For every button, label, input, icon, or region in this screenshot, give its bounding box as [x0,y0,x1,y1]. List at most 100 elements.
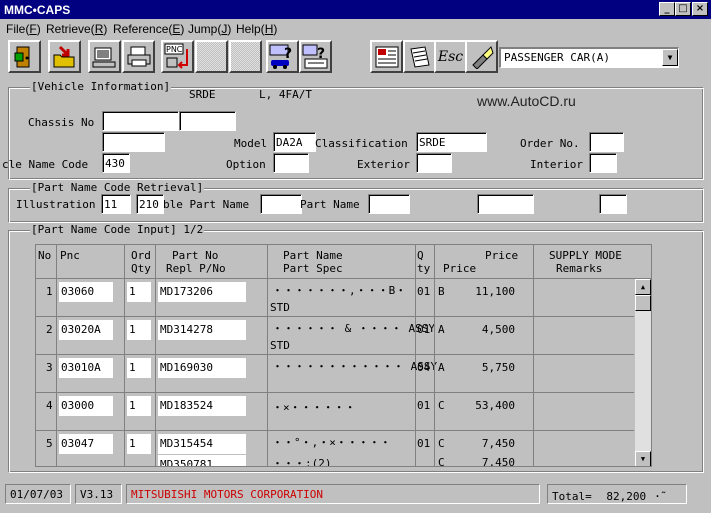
pnc-field[interactable]: 03020A [59,320,113,340]
price-code: C [438,437,445,450]
flashlight-icon [471,45,494,69]
chassis-field-2[interactable] [179,111,236,131]
pnc-field[interactable]: 03000 [59,396,113,416]
model-label: Model [234,137,268,150]
vehicle-name-code-field[interactable]: 430 [102,153,130,173]
retrieval-legend: [Part Name Code Retrieval] [30,181,205,194]
vertical-scrollbar[interactable]: ▲ ▼ [634,279,651,466]
interior-field[interactable] [589,153,617,173]
header-no: No [36,245,57,279]
table-row[interactable]: 3 03010A 1 MD169030 ・・・・・・・・・・・・ ASSY 04… [36,355,634,393]
svg-text:?: ? [284,46,292,62]
part-name-label: Part Name [300,198,360,211]
qty-field[interactable]: 1 [127,434,151,454]
retrieval-extra-field-1[interactable] [477,194,534,214]
table-row[interactable]: 2 03020A 1 MD314278 ・・・・・・ & ・・・・ ASSY ST… [36,317,634,355]
menu-bar: File(F) Retrieve(R) Reference(E) Jump(J)… [0,19,711,38]
total-label: Total= [552,490,592,503]
scroll-thumb[interactable] [635,295,651,311]
total-value: 82,200 [606,490,647,503]
vehicle-code: SRDE [189,88,216,101]
vehicle-name-code-label: cle Name Code [2,158,89,171]
chassis-field-3[interactable] [102,132,165,152]
row-no: 1 [46,285,53,298]
open-folder-button[interactable] [48,40,81,73]
menu-reference[interactable]: Reference(E) [113,22,184,36]
escape-button[interactable]: Esc [434,40,467,73]
chassis-field-1[interactable] [102,111,179,131]
window-title: MMC•CAPS [4,3,71,17]
computer-button[interactable] [88,40,121,73]
exterior-field[interactable] [416,153,452,173]
model-field[interactable]: DA2A [273,132,316,152]
part-no-field[interactable]: MD314278 [158,320,246,340]
note-pencil-icon [409,45,430,68]
price-code: C [438,399,445,412]
price-code-2: C [438,456,445,467]
folder-open-icon [53,45,74,67]
table-part-name-field[interactable] [260,194,302,214]
qty-field[interactable]: 1 [127,282,151,302]
supply-remarks [534,317,634,355]
pnc-button[interactable]: PNC [161,40,194,73]
pnc-field[interactable]: 03010A [59,358,113,378]
illustration-field-1[interactable]: 11 [101,194,131,214]
header-part-no: Part No Repl P/No [156,245,268,279]
catalog-select[interactable]: PASSENGER CAR(A) ▼ [499,47,679,68]
chassis-label: Chassis No [28,116,95,129]
row-no: 4 [46,399,53,412]
header-price: Price Price [435,245,534,279]
minimize-button[interactable]: _ [659,2,675,16]
part-name-2: ・・・;(2) [272,457,332,467]
row-qty: 01 [417,323,431,336]
close-button[interactable]: × [692,2,708,16]
part-no-field[interactable]: MD169030 [158,358,246,378]
part-no-field[interactable]: MD315454 [158,434,246,454]
illustration-button[interactable] [370,40,403,73]
part-no-field[interactable]: MD183524 [158,396,246,416]
reference-data-button[interactable]: ? [299,40,332,73]
blank-button-1[interactable] [195,40,228,73]
exit-button[interactable] [8,40,41,73]
table-row[interactable]: 4 03000 1 MD183524 ・×・・・・・・ 01 C 53,400 [36,393,634,431]
parts-grid: No Pnc Ord Qty Part No Repl P/No Part Name… [35,244,652,467]
title-bar: MMC•CAPS [0,0,711,19]
illustration-icon [375,46,398,67]
qty-field[interactable]: 1 [127,320,151,340]
print-button[interactable] [122,40,155,73]
repl-part-no-field[interactable]: MD350781 [158,455,246,466]
price: 5,750 [481,361,515,374]
illustration-field-2[interactable]: 210 [136,194,164,214]
part-no-field[interactable]: MD173206 [158,282,246,302]
option-field[interactable] [273,153,309,173]
search-catalog-button[interactable]: ? [266,40,299,73]
menu-jump[interactable]: Jump(J) [188,22,231,36]
illustration-label: Illustration [16,198,96,211]
exit-door-icon [14,46,29,67]
price-2: 7,450 [481,456,515,467]
flashlight-button[interactable] [465,40,498,73]
part-name-field[interactable] [368,194,410,214]
order-label: Order No. [520,137,580,150]
scroll-up-icon[interactable]: ▲ [635,279,651,295]
header-qty: Qty [416,245,435,279]
pnc-field[interactable]: 03060 [59,282,113,302]
menu-help[interactable]: Help(H) [236,22,277,36]
classification-field[interactable]: SRDE [416,132,487,152]
maximize-button[interactable]: □ [675,2,691,16]
qty-field[interactable]: 1 [127,396,151,416]
row-no: 5 [46,437,53,450]
table-part-name-label: ble Part Name [163,198,250,211]
pnc-field[interactable]: 03047 [59,434,113,454]
chevron-down-icon[interactable]: ▼ [662,49,678,66]
table-row[interactable]: 5 03047 1 MD315454 MD350781 ・・°・,・×・・・・・・… [36,431,634,467]
order-field[interactable] [589,132,624,152]
scroll-down-icon[interactable]: ▼ [635,451,651,466]
qty-field[interactable]: 1 [127,358,151,378]
menu-file[interactable]: File(F) [6,22,41,36]
notes-button[interactable] [403,40,436,73]
retrieval-extra-field-2[interactable] [599,194,627,214]
table-row[interactable]: 1 03060 1 MD173206 ・・・・・・・,・・・B・ STD 01 B… [36,279,634,317]
blank-button-2[interactable] [229,40,262,73]
menu-retrieve[interactable]: Retrieve(R) [46,22,107,36]
